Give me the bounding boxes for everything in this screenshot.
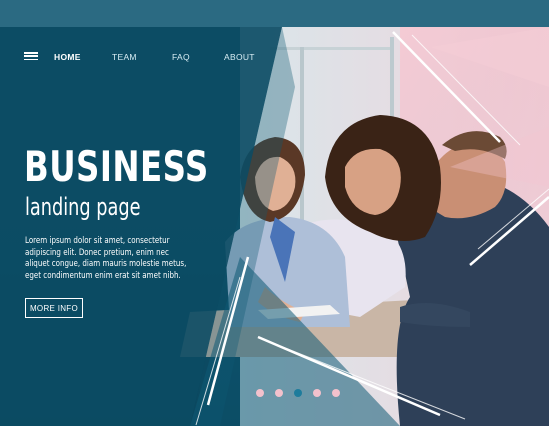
carousel-dot-5[interactable] — [332, 389, 340, 397]
hero-title: BUSINESS — [24, 142, 209, 191]
carousel-dot-4[interactable] — [313, 389, 321, 397]
carousel-dot-1[interactable] — [256, 389, 264, 397]
top-nav — [24, 52, 54, 60]
hero-description-line: Lorem ipsum dolor sit amet, consectetur — [25, 235, 170, 246]
hero-description-line: aliquet congue, diam mauris molestie met… — [25, 258, 187, 269]
nav-item-about[interactable]: ABOUT — [224, 52, 255, 62]
carousel-dot-3[interactable] — [294, 389, 302, 397]
landing-page: HOME TEAM FAQ ABOUT BUSINESS landing pag… — [0, 0, 549, 426]
carousel-dot-2[interactable] — [275, 389, 283, 397]
hamburger-icon[interactable] — [24, 52, 38, 60]
more-info-button[interactable]: MORE INFO — [25, 298, 83, 318]
hero-subtitle: landing page — [25, 193, 141, 221]
hero-photo — [0, 27, 549, 426]
hero-description: Lorem ipsum dolor sit amet, consectetur … — [25, 235, 223, 281]
hero-description-line: eget condimentum enim erat sit amet nibh… — [25, 269, 181, 281]
office-scene-illustration — [180, 27, 549, 426]
browser-top-band — [0, 0, 549, 27]
carousel-pagination — [256, 389, 340, 397]
nav-item-team[interactable]: TEAM — [112, 52, 137, 62]
nav-item-home[interactable]: HOME — [54, 52, 81, 62]
nav-item-faq[interactable]: FAQ — [172, 52, 190, 62]
hero-description-line: adipiscing elit. Donec pretium, enim nec — [25, 246, 169, 258]
